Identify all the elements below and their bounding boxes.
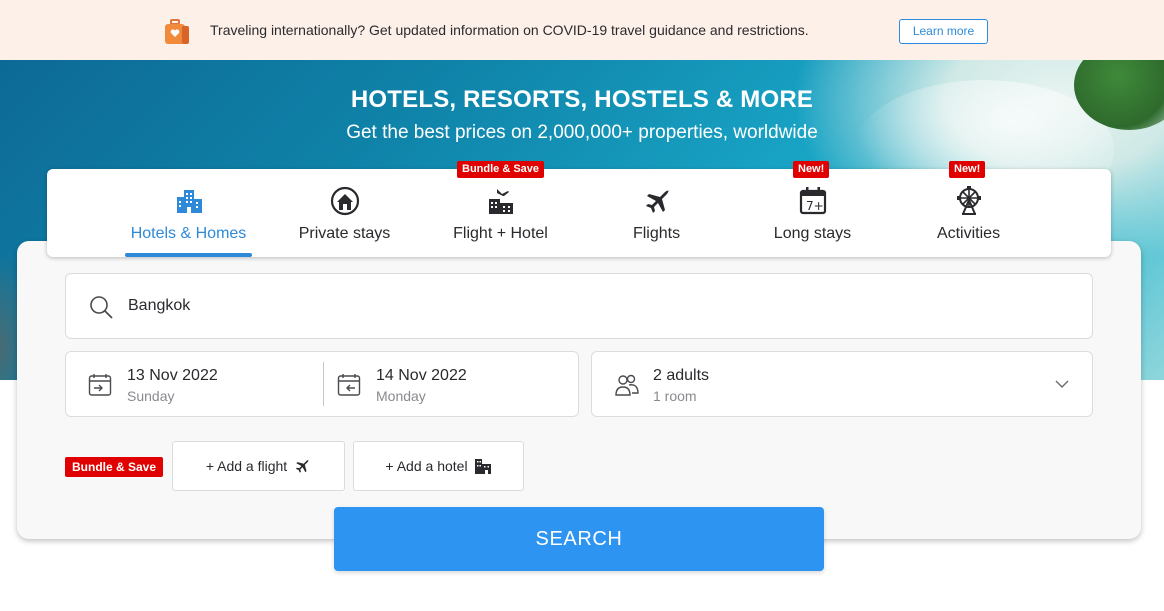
covid-notice-text: Traveling internationally? Get updated i… [210,22,809,38]
tab-flight-hotel[interactable]: Flight + Hotel [443,169,558,257]
tab-label: Private stays [298,225,391,242]
calendar-checkout-icon [337,374,361,396]
tab-private-stays[interactable]: Private stays [287,169,402,257]
product-tabs: Hotels & Homes Private stays Flight + Ho… [47,169,1111,257]
covid-notice-bar: Traveling internationally? Get updated i… [0,0,1164,60]
checkin-date: 13 Nov 2022 [127,367,218,384]
people-icon [615,374,639,396]
tab-label: Long stays [773,225,852,242]
checkin-date-field[interactable]: 13 Nov 2022 Sunday [66,352,316,416]
tab-flights[interactable]: Flights [599,169,714,257]
search-icon [90,296,113,319]
new-badge-long-stays: New! [793,161,830,178]
calendar-checkin-icon [88,374,112,396]
tab-hotels-homes[interactable]: Hotels & Homes [125,169,252,257]
tab-label: Flight + Hotel [453,225,548,242]
tab-label: Hotels & Homes [130,225,247,242]
hero-subtitle: Get the best prices on 2,000,000+ proper… [346,122,818,143]
hotel-building-icon [474,459,491,474]
date-range-picker: 13 Nov 2022 Sunday 14 Nov 2022 Monday [65,351,579,417]
rooms-count: 1 room [653,388,697,404]
tab-long-stays[interactable]: 7+ Long stays [755,169,870,257]
tab-label: Activities [936,225,1001,242]
add-hotel-button[interactable]: + Add a hotel [353,441,524,491]
add-hotel-label: + Add a hotel [385,458,468,474]
tab-activities[interactable]: Activities [911,169,1026,257]
destination-search-input[interactable]: Bangkok [65,273,1093,339]
ferris-wheel-icon [956,186,981,215]
hero-title: HOTELS, RESORTS, HOSTELS & MORE [350,86,814,113]
calendar-7-icon: 7+ [799,187,826,215]
chevron-down-icon [1055,380,1069,388]
airplane-icon [295,459,309,473]
add-flight-button[interactable]: + Add a flight [172,441,345,491]
bundle-save-badge: Bundle & Save [457,161,545,178]
luggage-heart-icon [165,19,189,44]
svg-text:7+: 7+ [806,199,824,213]
checkin-day: Sunday [127,388,175,404]
add-flight-label: + Add a flight [205,458,288,474]
hotel-building-icon [176,190,202,213]
guests-count: 2 adults [653,367,710,384]
checkout-day: Monday [376,388,426,404]
flight-hotel-icon [488,189,513,214]
airplane-icon [645,190,668,213]
active-tab-indicator [125,253,252,257]
checkout-date-field[interactable]: 14 Nov 2022 Monday [315,352,565,416]
house-icon [330,186,359,216]
checkout-date: 14 Nov 2022 [376,367,467,384]
new-badge-activities: New! [949,161,986,178]
search-button[interactable]: SEARCH [334,507,824,571]
guests-rooms-selector[interactable]: 2 adults 1 room [591,351,1093,417]
destination-value: Bangkok [128,297,191,314]
tab-label: Flights [632,225,681,242]
learn-more-button[interactable]: Learn more [899,19,988,44]
bundle-save-label: Bundle & Save [65,457,164,477]
